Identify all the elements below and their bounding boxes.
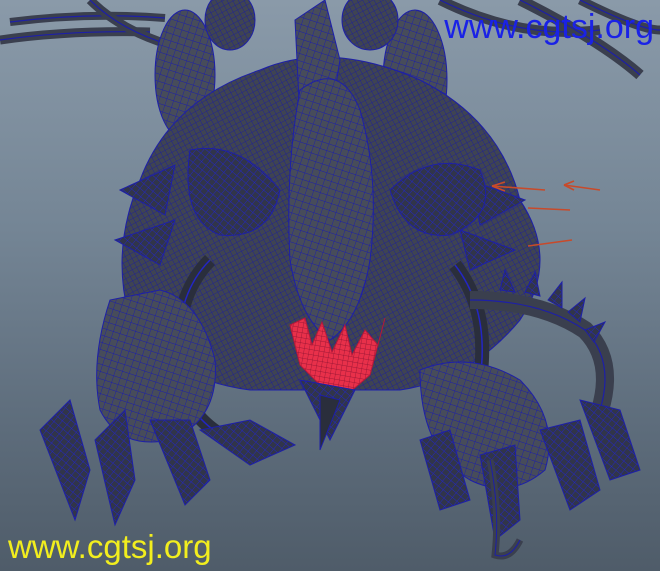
3d-viewport[interactable]: www.cgtsj.org www.cgtsj.org: [0, 0, 660, 571]
watermark-bottom-left: www.cgtsj.org: [8, 528, 212, 565]
watermark-top-right: www.cgtsj.org: [444, 8, 654, 46]
creature-model: [0, 0, 660, 560]
